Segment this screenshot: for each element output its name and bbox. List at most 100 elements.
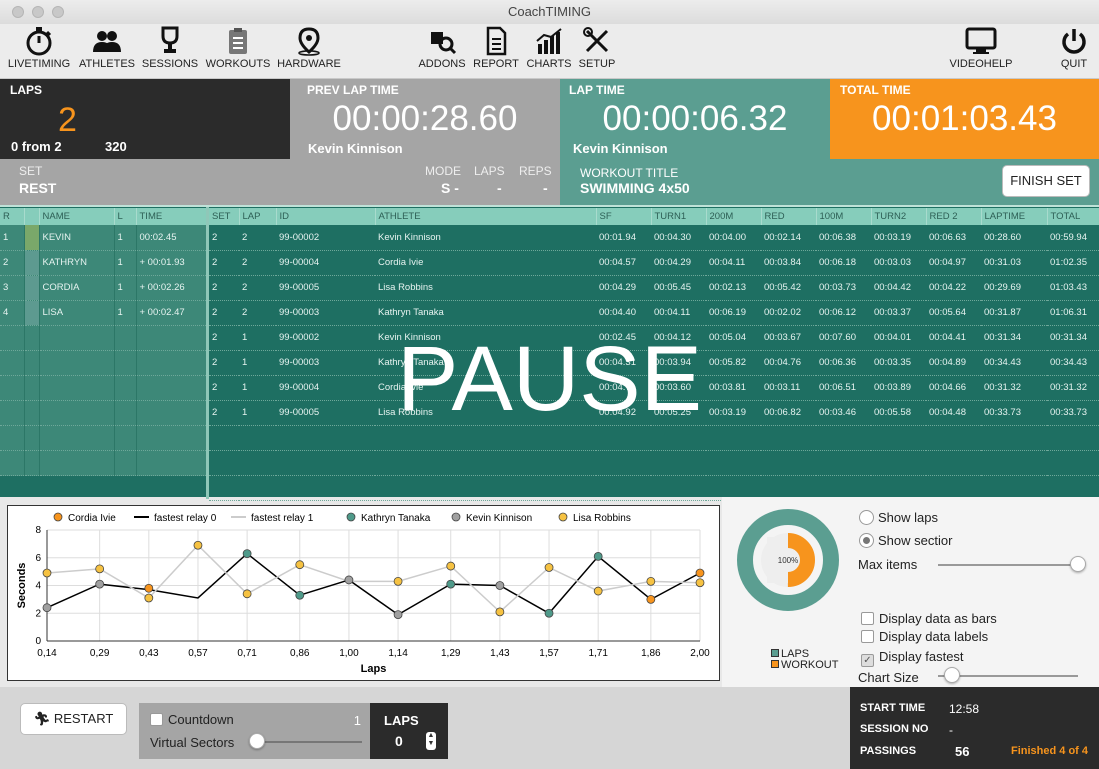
charts-button[interactable]: CHARTS: [522, 26, 576, 70]
passings-row[interactable]: 2 2 99-00005 Lisa Robbins 00:04.29 00:05.45 00…: [209, 275, 1099, 301]
passings-row[interactable]: 2 2 99-00004 Cordia Ivie 00:04.57 00:04.29 00:…: [209, 250, 1099, 276]
reps-value: -: [543, 180, 548, 196]
virtual-sectors-slider[interactable]: [254, 741, 362, 743]
passings-cell: 00:04.66: [926, 375, 981, 401]
passings-cell: 00:05.04: [706, 325, 761, 351]
passings-row[interactable]: 2 1 99-00004 Cordia Ivie 00:04.71 00:03.60 00:…: [209, 375, 1099, 401]
chart-size-knob[interactable]: [944, 667, 960, 683]
laps-stepper-arrows[interactable]: ▲ ▼: [426, 732, 436, 750]
athletes-button[interactable]: ATHLETES: [76, 26, 138, 70]
passings-cell: 99-00002: [276, 225, 375, 251]
passings-cell: Kevin Kinnison: [375, 325, 596, 351]
passings-cell: 1: [239, 325, 276, 351]
ranking-row[interactable]: [0, 425, 207, 451]
ranking-row[interactable]: [0, 375, 207, 401]
ranking-cell: [0, 400, 25, 426]
passings-cell: 01:03.43: [1047, 275, 1099, 301]
ranking-header[interactable]: NAME: [39, 208, 115, 225]
addons-button[interactable]: ADDONS: [416, 26, 468, 70]
ranking-row[interactable]: 1 KEVIN 1 00:02.45: [0, 225, 207, 251]
passings-header[interactable]: TOTAL: [1047, 208, 1099, 225]
passings-cell: 00:05.82: [706, 350, 761, 376]
passings-cell: [239, 425, 276, 451]
ranking-row[interactable]: [0, 450, 207, 476]
laps-stepper-value[interactable]: 0: [395, 733, 403, 749]
passings-header[interactable]: TURN2: [871, 208, 927, 225]
passings-cell: [239, 450, 276, 476]
passings-table: SET LAP ID ATHLETE SF TURN1 200M RED 100M TURN2 RE…: [209, 208, 1099, 501]
videohelp-button[interactable]: VIDEOHELP: [946, 26, 1016, 70]
minimize-window-button[interactable]: [32, 6, 44, 18]
max-items-knob[interactable]: [1070, 556, 1086, 572]
max-items-slider[interactable]: [938, 564, 1078, 566]
display-bars-checkbox[interactable]: Display data as bars: [861, 611, 997, 626]
start-time-value: 12:58: [949, 702, 980, 716]
passings-row[interactable]: 2 1 99-00005 Lisa Robbins 00:04.92 00:05.25 00…: [209, 400, 1099, 426]
passings-cell: 1: [239, 350, 276, 376]
passings-cell: 00:03.89: [871, 375, 926, 401]
passings-cell: 00:04.41: [926, 325, 981, 351]
finish-set-button[interactable]: FINISH SET: [1002, 165, 1090, 197]
toolbar: LIVETIMING ATHLETES SESSIONS WORKOUTS HA…: [0, 24, 1099, 79]
passings-header[interactable]: SET: [209, 208, 240, 225]
ranking-header[interactable]: [24, 208, 40, 225]
legend-marker: [346, 512, 356, 522]
laps-mode-value: -: [497, 180, 502, 196]
close-window-button[interactable]: [12, 6, 24, 18]
passings-row[interactable]: [209, 450, 1099, 476]
virtual-sectors-knob[interactable]: [249, 733, 265, 749]
data-point: [295, 590, 305, 600]
ranking-row[interactable]: [0, 350, 207, 376]
countdown-checkbox[interactable]: Countdown: [150, 712, 234, 727]
hardware-button[interactable]: HARDWARE: [276, 26, 342, 70]
workouts-button[interactable]: WORKOUTS: [204, 26, 272, 70]
ranking-row[interactable]: 2 KATHRYN 1 + 00:01.93: [0, 250, 207, 276]
ranking-cell: 1: [114, 300, 137, 326]
sessions-button[interactable]: SESSIONS: [140, 26, 200, 70]
passings-header[interactable]: LAPTIME: [981, 208, 1048, 225]
passings-value: 56: [955, 744, 970, 759]
passings-row[interactable]: 2 2 99-00002 Kevin Kinnison 00:01.94 00:04.30…: [209, 225, 1099, 251]
show-section-radio[interactable]: Show sectior: [859, 533, 952, 548]
passings-row[interactable]: [209, 425, 1099, 451]
bottom-bar: 🏃︎ RESTART Countdown 1 Virtual Sectors L…: [0, 687, 850, 769]
display-labels-checkbox[interactable]: Display data labels: [861, 629, 988, 644]
report-button[interactable]: REPORT: [470, 26, 522, 70]
ranking-row[interactable]: 3 CORDIA 1 + 00:02.26: [0, 275, 207, 301]
table-area: R NAME L TIME 1 KEVIN 1 00:02.45 2 KATHRYN 1 + 00:…: [0, 205, 1099, 501]
restart-button[interactable]: 🏃︎ RESTART: [20, 703, 127, 735]
quit-button[interactable]: QUIT: [1055, 26, 1093, 70]
passings-row[interactable]: 2 1 99-00003 Kathryn Tanaka 00:04.31 00:03.94…: [209, 350, 1099, 376]
passings-header[interactable]: RED 2: [926, 208, 982, 225]
ranking-cell: [114, 375, 137, 401]
ranking-header[interactable]: L: [114, 208, 137, 225]
setup-button[interactable]: SETUP: [574, 26, 620, 70]
zoom-window-button[interactable]: [52, 6, 64, 18]
ranking-row[interactable]: 4 LISA 1 + 00:02.47: [0, 300, 207, 326]
passings-header[interactable]: TURN1: [651, 208, 707, 225]
passings-row[interactable]: 2 2 99-00003 Kathryn Tanaka 00:04.40 00:04.11…: [209, 300, 1099, 326]
show-laps-radio[interactable]: Show laps: [859, 510, 938, 525]
passings-row[interactable]: 2 1 99-00002 Kevin Kinnison 00:02.45 00:04.12…: [209, 325, 1099, 351]
people-icon: [93, 31, 121, 52]
ranking-row[interactable]: [0, 400, 207, 426]
passings-header[interactable]: LAP: [239, 208, 277, 225]
passings-header[interactable]: ATHLETE: [375, 208, 597, 225]
passings-header[interactable]: 200M: [706, 208, 762, 225]
data-point: [544, 608, 554, 618]
prev-lap-panel: PREV LAP TIME 00:00:28.60 Kevin Kinnison: [290, 79, 560, 159]
workout-title-value: SWIMMING 4x50: [580, 180, 690, 196]
passings-header[interactable]: 100M: [816, 208, 872, 225]
ranking-row[interactable]: [0, 325, 207, 351]
passings-header[interactable]: SF: [596, 208, 652, 225]
display-fastest-checkbox[interactable]: ✓ Display fastest: [861, 649, 964, 667]
ranking-header[interactable]: R: [0, 208, 25, 225]
passings-header[interactable]: RED: [761, 208, 817, 225]
passings-header[interactable]: ID: [276, 208, 376, 225]
charts-label: CHARTS: [526, 58, 572, 70]
passings-cell: 00:03.84: [761, 250, 816, 276]
passings-cell: 00:29.69: [981, 275, 1047, 301]
livetiming-button[interactable]: LIVETIMING: [6, 26, 72, 70]
passings-cell: 00:33.73: [1047, 400, 1099, 426]
ranking-header[interactable]: TIME: [136, 208, 207, 225]
